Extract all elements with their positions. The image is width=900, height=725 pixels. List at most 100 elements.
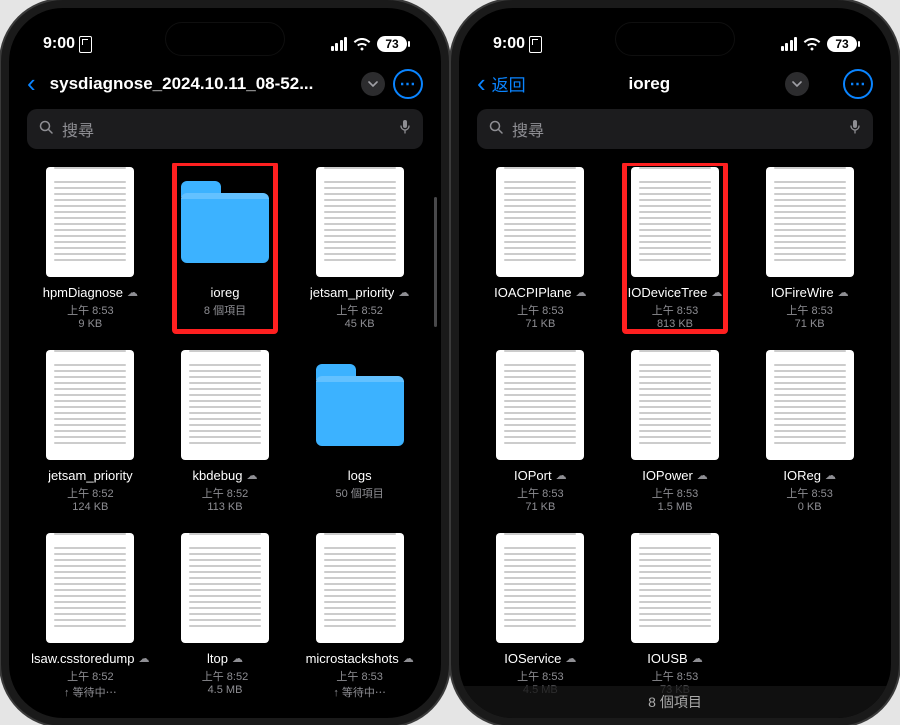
file-item[interactable]: IOService☁上午 8:534.5 MB bbox=[473, 529, 608, 696]
cloud-icon: ☁ bbox=[556, 469, 567, 482]
file-item[interactable]: IOPort☁上午 8:5371 KB bbox=[473, 346, 608, 513]
item-name: jetsam_priority bbox=[48, 468, 133, 483]
item-meta-time: 上午 8:53 bbox=[517, 485, 563, 501]
document-thumbnail bbox=[631, 167, 719, 277]
phone-right: 9:00 73 ‹ 返回 ioreg ⋯ 搜尋 IOACPIPlane☁上午 8… bbox=[459, 8, 891, 718]
cloud-icon: ☁ bbox=[246, 469, 257, 482]
mic-icon[interactable] bbox=[849, 119, 861, 139]
document-thumbnail bbox=[631, 533, 719, 643]
item-name: IODeviceTree bbox=[628, 285, 708, 300]
wifi-icon bbox=[803, 38, 821, 51]
document-thumbnail bbox=[496, 350, 584, 460]
file-item[interactable]: IOUSB☁上午 8:5373 KB bbox=[608, 529, 743, 696]
search-input[interactable]: 搜尋 bbox=[477, 109, 873, 149]
cloud-icon: ☁ bbox=[565, 652, 576, 665]
item-meta-time: 上午 8:52 bbox=[202, 485, 248, 501]
item-meta-time: 上午 8:52 bbox=[67, 485, 113, 501]
document-thumbnail bbox=[181, 350, 269, 460]
file-item[interactable]: kbdebug☁ 上午 8:52113 KB bbox=[158, 346, 293, 513]
item-name: logs bbox=[348, 468, 372, 483]
folder-item[interactable]: ioreg 8 個項目 bbox=[158, 163, 293, 330]
item-meta-time: 上午 8:52 bbox=[336, 302, 382, 318]
item-meta-time: 上午 8:53 bbox=[517, 302, 563, 318]
status-time: 9:00 bbox=[43, 35, 75, 53]
mic-icon[interactable] bbox=[399, 119, 411, 139]
folder-icon bbox=[316, 350, 404, 460]
item-meta-time: 上午 8:52 bbox=[67, 668, 113, 684]
file-item[interactable]: jetsam_priority☁上午 8:5245 KB bbox=[292, 163, 427, 330]
document-thumbnail bbox=[46, 350, 134, 460]
item-meta-time: 上午 8:53 bbox=[517, 668, 563, 684]
battery-icon: 73 bbox=[377, 36, 407, 52]
item-meta-size: 1.5 MB bbox=[658, 501, 693, 513]
cloud-icon: ☁ bbox=[711, 286, 722, 299]
item-name: ltop bbox=[207, 651, 228, 666]
sim-icon bbox=[79, 36, 92, 53]
item-meta-time: 上午 8:53 bbox=[786, 302, 832, 318]
file-grid[interactable]: hpmDiagnose☁上午 8:539 KBioreg8 個項目jetsam_… bbox=[9, 163, 441, 718]
item-name: kbdebug bbox=[193, 468, 243, 483]
item-meta-time: 上午 8:53 bbox=[336, 668, 382, 684]
file-item[interactable]: ltop☁上午 8:524.5 MB bbox=[158, 529, 293, 700]
scroll-indicator[interactable] bbox=[434, 197, 437, 327]
title-chevron-icon[interactable] bbox=[361, 72, 385, 96]
file-item[interactable]: microstackshots☁上午 8:53↑ 等待中⋯ bbox=[292, 529, 427, 700]
more-button[interactable]: ⋯ bbox=[393, 69, 423, 99]
document-thumbnail bbox=[631, 350, 719, 460]
item-meta-time: 8 個項目 bbox=[204, 302, 246, 318]
file-item[interactable]: IOACPIPlane☁上午 8:5371 KB bbox=[473, 163, 608, 330]
item-name: IOReg bbox=[783, 468, 821, 483]
folder-icon bbox=[181, 167, 269, 277]
phone-left: 9:00 73 ‹ sysdiagnose_2024.10.11_08-52..… bbox=[9, 8, 441, 718]
file-item[interactable]: IODeviceTree☁上午 8:53813 KB bbox=[608, 163, 743, 330]
file-item[interactable]: IOPower☁上午 8:531.5 MB bbox=[608, 346, 743, 513]
page-title: ioreg bbox=[526, 74, 773, 94]
cloud-icon: ☁ bbox=[127, 286, 138, 299]
title-chevron-icon[interactable] bbox=[785, 72, 809, 96]
dynamic-island bbox=[615, 22, 735, 56]
item-name: ioreg bbox=[211, 285, 240, 300]
battery-icon: 73 bbox=[827, 36, 857, 52]
item-meta-size: 113 KB bbox=[207, 501, 242, 513]
item-name: IOPort bbox=[514, 468, 552, 483]
search-placeholder: 搜尋 bbox=[62, 117, 391, 141]
item-name: jetsam_priority bbox=[310, 285, 395, 300]
document-thumbnail bbox=[46, 167, 134, 277]
nav-bar: ‹ 返回 ioreg ⋯ bbox=[459, 62, 891, 109]
back-button[interactable]: 返回 bbox=[492, 71, 526, 96]
document-thumbnail bbox=[181, 533, 269, 643]
signal-icon bbox=[331, 37, 348, 51]
cloud-icon: ☁ bbox=[692, 652, 703, 665]
back-chevron-icon[interactable]: ‹ bbox=[27, 68, 36, 99]
nav-bar: ‹ sysdiagnose_2024.10.11_08-52... ⋯ bbox=[9, 62, 441, 109]
item-meta-size: 4.5 MB bbox=[208, 684, 243, 696]
cloud-icon: ☁ bbox=[838, 286, 849, 299]
file-item[interactable]: jetsam_priority上午 8:52124 KB bbox=[23, 346, 158, 513]
cloud-icon: ☁ bbox=[825, 469, 836, 482]
file-item[interactable]: IOFireWire☁上午 8:5371 KB bbox=[742, 163, 877, 330]
item-name: lsaw.csstoredump bbox=[31, 651, 134, 666]
document-thumbnail bbox=[766, 350, 854, 460]
file-item[interactable]: lsaw.csstoredump ☁ 上午 8:52↑ 等待中⋯ bbox=[23, 529, 158, 700]
folder-item[interactable]: logs50 個項目 bbox=[292, 346, 427, 513]
search-input[interactable]: 搜尋 bbox=[27, 109, 423, 149]
more-button[interactable]: ⋯ bbox=[843, 69, 873, 99]
file-item[interactable]: IOReg ☁ 上午 8:530 KB bbox=[742, 346, 877, 513]
file-item[interactable]: hpmDiagnose☁上午 8:539 KB bbox=[23, 163, 158, 330]
item-name: hpmDiagnose bbox=[43, 285, 123, 300]
cloud-icon: ☁ bbox=[138, 652, 149, 665]
document-thumbnail bbox=[316, 533, 404, 643]
item-name: IOFireWire bbox=[771, 285, 834, 300]
item-meta-size: ↑ 等待中⋯ bbox=[64, 684, 117, 700]
document-thumbnail bbox=[316, 167, 404, 277]
page-title: sysdiagnose_2024.10.11_08-52... bbox=[50, 74, 349, 94]
item-meta-size: 0 KB bbox=[798, 501, 822, 513]
back-chevron-icon[interactable]: ‹ bbox=[477, 68, 486, 99]
document-thumbnail bbox=[46, 533, 134, 643]
search-placeholder: 搜尋 bbox=[512, 117, 841, 141]
item-meta-size: ↑ 等待中⋯ bbox=[333, 684, 386, 700]
item-meta-time: 上午 8:53 bbox=[786, 485, 832, 501]
status-time: 9:00 bbox=[493, 35, 525, 53]
cloud-icon: ☁ bbox=[697, 469, 708, 482]
file-grid[interactable]: IOACPIPlane☁上午 8:5371 KBIODeviceTree☁上午 … bbox=[459, 163, 891, 718]
